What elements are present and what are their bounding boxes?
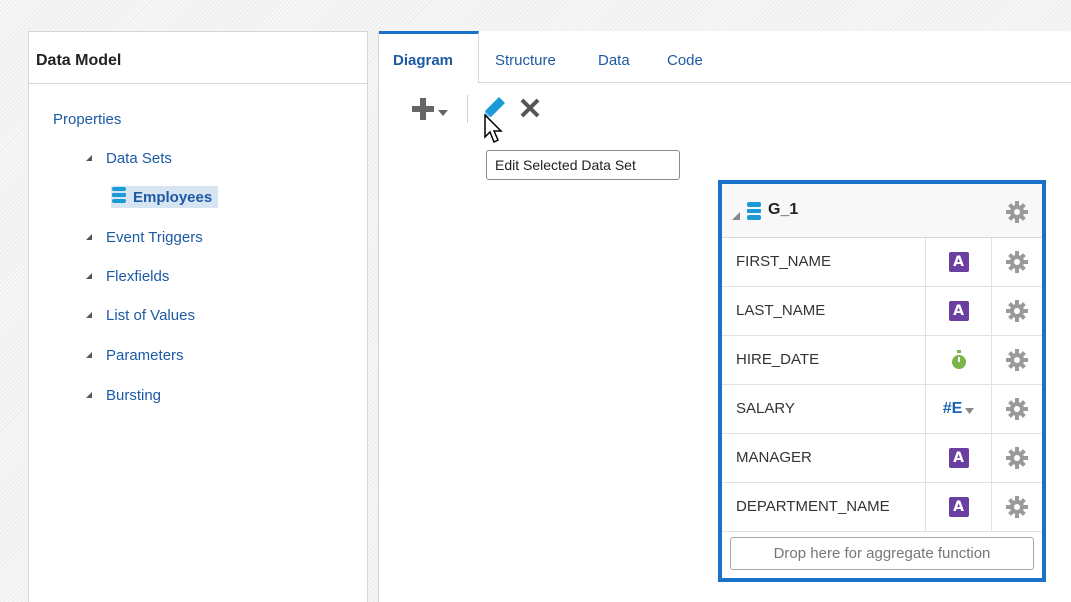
aggregate-drop-zone[interactable]: Drop here for aggregate function <box>730 537 1034 570</box>
column-row-last-name[interactable]: LAST_NAME A <box>722 287 1042 336</box>
tree-item-list-of-values[interactable]: List of Values <box>86 304 195 326</box>
gear-icon[interactable] <box>1006 398 1028 424</box>
tab-structure[interactable]: Structure <box>495 52 556 69</box>
delete-data-set-button[interactable] <box>515 95 545 125</box>
group-title: G_1 <box>768 201 799 218</box>
tab-bar: Diagram Structure Data Code <box>379 31 1071 83</box>
tree-item-label: Data Sets <box>106 149 172 167</box>
expand-triangle-icon[interactable] <box>86 155 92 161</box>
chevron-down-icon <box>438 103 448 120</box>
tab-data[interactable]: Data <box>598 52 630 69</box>
close-icon <box>519 97 541 123</box>
tree-item-label: Properties <box>53 110 122 128</box>
column-row-salary[interactable]: SALARY #E <box>722 385 1042 434</box>
string-type-icon[interactable]: A <box>925 434 992 482</box>
column-row-department-name[interactable]: DEPARTMENT_NAME A <box>722 483 1042 532</box>
gear-icon[interactable] <box>1006 251 1028 277</box>
column-row-first-name[interactable]: FIRST_NAME A <box>722 238 1042 287</box>
column-name: HIRE_DATE <box>736 351 820 368</box>
tree-item-label: List of Values <box>106 306 195 324</box>
tree-item-label: Flexfields <box>106 267 170 285</box>
tree-item-event-triggers[interactable]: Event Triggers <box>86 226 203 248</box>
tooltip: Edit Selected Data Set <box>486 150 680 180</box>
collapse-triangle-icon[interactable] <box>732 207 740 224</box>
column-name: FIRST_NAME <box>736 253 832 270</box>
column-row-hire-date[interactable]: HIRE_DATE <box>722 336 1042 385</box>
group-header[interactable]: G_1 <box>722 184 1042 238</box>
database-icon <box>746 201 762 225</box>
tree-item-bursting[interactable]: Bursting <box>86 384 161 406</box>
tree-item-label: Bursting <box>106 386 162 404</box>
column-name: SALARY <box>736 400 795 417</box>
expand-triangle-icon[interactable] <box>86 392 92 398</box>
mouse-pointer-icon <box>484 113 504 148</box>
column-name: DEPARTMENT_NAME <box>736 498 890 515</box>
column-name: MANAGER <box>736 449 812 466</box>
expand-triangle-icon[interactable] <box>86 312 92 318</box>
gear-icon[interactable] <box>1006 300 1028 326</box>
tree-item-data-sets[interactable]: Data Sets <box>86 147 172 169</box>
expand-triangle-icon[interactable] <box>86 234 92 240</box>
diagram-toolbar <box>379 93 679 129</box>
chevron-down-icon[interactable] <box>965 401 975 418</box>
tree-item-label: Employees <box>133 188 213 206</box>
tree-item-properties[interactable]: Properties <box>53 108 121 130</box>
panel-title: Data Model <box>29 32 367 84</box>
toolbar-divider <box>467 95 468 123</box>
string-type-icon[interactable]: A <box>925 483 992 531</box>
tab-diagram[interactable]: Diagram <box>393 52 453 69</box>
tree-item-label: Event Triggers <box>106 228 203 246</box>
gear-icon[interactable] <box>1006 349 1028 375</box>
tree-item-employees[interactable]: Employees <box>111 186 219 208</box>
data-model-panel: Data Model Properties Data Sets Employee… <box>28 31 368 602</box>
gear-icon[interactable] <box>1006 201 1028 227</box>
string-type-icon[interactable]: A <box>925 238 992 286</box>
tab-code[interactable]: Code <box>667 52 703 69</box>
gear-icon[interactable] <box>1006 447 1028 473</box>
aggregate-drop-area: Drop here for aggregate function <box>722 532 1042 580</box>
tree-item-parameters[interactable]: Parameters <box>86 344 184 366</box>
tree-item-label: Parameters <box>106 346 184 364</box>
plus-icon <box>410 96 436 126</box>
expand-triangle-icon[interactable] <box>86 273 92 279</box>
gear-icon[interactable] <box>1006 496 1028 522</box>
database-icon <box>111 186 127 208</box>
add-data-set-button[interactable] <box>405 97 453 125</box>
number-type-icon[interactable]: #E <box>925 385 992 433</box>
date-type-icon[interactable] <box>925 336 992 384</box>
column-name: LAST_NAME <box>736 302 826 319</box>
expand-triangle-icon[interactable] <box>86 352 92 358</box>
data-group-g1[interactable]: G_1 FIRST_NAME A LAST_NAME A HIRE_DATE S… <box>718 180 1046 582</box>
column-row-manager[interactable]: MANAGER A <box>722 434 1042 483</box>
string-type-icon[interactable]: A <box>925 287 992 335</box>
tree-item-flexfields[interactable]: Flexfields <box>86 265 169 287</box>
